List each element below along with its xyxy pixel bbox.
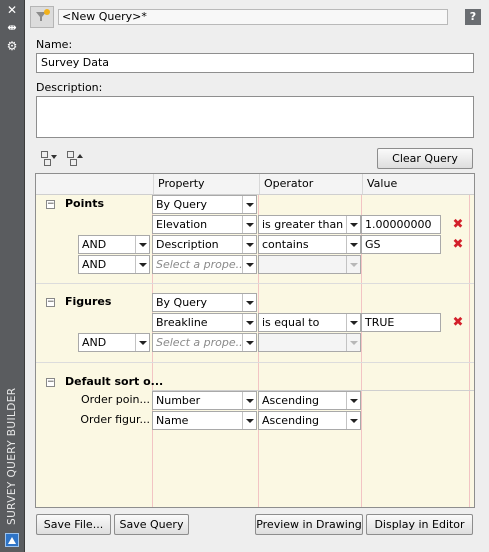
chevron-down-icon[interactable]: [242, 294, 256, 311]
query-builder-panel: <New Query>* ? Name: Survey Data Descrip…: [24, 0, 489, 552]
delete-condition-icon[interactable]: ✖: [452, 316, 464, 329]
palette-title: SURVEY QUERY BUILDER: [6, 387, 18, 525]
order-figures-label: Order figur...: [80, 413, 150, 426]
name-label: Name:: [36, 38, 73, 51]
chevron-down-icon[interactable]: [242, 256, 256, 273]
help-button[interactable]: ?: [465, 9, 481, 25]
chevron-down-icon: [346, 334, 360, 351]
query-grid: Property Operator Value − Points By Quer…: [35, 173, 475, 508]
chevron-down-icon[interactable]: [242, 412, 256, 429]
query-header: <New Query>* ?: [30, 6, 481, 28]
value-cell[interactable]: 1.00000000: [361, 215, 441, 234]
palette-rail: ✕ ⇹ ⚙ SURVEY QUERY BUILDER: [0, 0, 24, 552]
query-filter-icon[interactable]: [30, 6, 54, 28]
grid-header: Property Operator Value: [36, 174, 474, 195]
collapse-points-icon[interactable]: −: [46, 200, 55, 209]
chevron-down-icon[interactable]: [346, 412, 360, 429]
chevron-down-icon[interactable]: [242, 334, 256, 351]
query-title: <New Query>*: [58, 9, 448, 25]
chevron-down-icon[interactable]: [346, 314, 360, 331]
chevron-down-icon[interactable]: [346, 236, 360, 253]
value-cell[interactable]: TRUE: [361, 313, 441, 332]
group-default-sort: Default sort o...: [65, 375, 164, 388]
delete-condition-icon[interactable]: ✖: [452, 218, 464, 231]
collapse-figures-icon[interactable]: −: [46, 298, 55, 307]
properties-gear-icon[interactable]: ⚙: [0, 39, 24, 53]
order-points-label: Order poin...: [81, 393, 150, 406]
chevron-down-icon[interactable]: [346, 392, 360, 409]
chevron-down-icon[interactable]: [242, 314, 256, 331]
chevron-down-icon[interactable]: [346, 216, 360, 233]
save-query-button[interactable]: Save Query: [114, 514, 189, 535]
description-label: Description:: [36, 81, 103, 94]
clear-query-button[interactable]: Clear Query: [377, 148, 473, 169]
column-header-value: Value: [362, 174, 469, 194]
description-input[interactable]: [36, 96, 474, 138]
collapse-arrow-icon: [77, 154, 83, 158]
name-input[interactable]: Survey Data: [36, 53, 474, 73]
chevron-down-icon[interactable]: [242, 196, 256, 213]
chevron-down-icon[interactable]: [135, 236, 149, 253]
preview-in-drawing-button[interactable]: Preview in Drawing: [255, 514, 363, 535]
collapse-sort-icon[interactable]: −: [46, 378, 55, 387]
display-in-editor-button[interactable]: Display in Editor: [366, 514, 473, 535]
group-points: Points: [65, 197, 105, 210]
collapse-all-icon[interactable]: [66, 150, 82, 166]
chevron-down-icon[interactable]: [242, 392, 256, 409]
column-header-operator: Operator: [259, 174, 361, 194]
group-figures: Figures: [65, 295, 112, 308]
value-cell[interactable]: GS: [361, 235, 441, 254]
chevron-down-icon[interactable]: [242, 216, 256, 233]
save-file-button[interactable]: Save File...: [36, 514, 111, 535]
autodesk-logo-icon[interactable]: [5, 533, 19, 547]
chevron-down-icon[interactable]: [135, 334, 149, 351]
chevron-down-icon[interactable]: [242, 236, 256, 253]
chevron-down-icon[interactable]: [135, 256, 149, 273]
close-icon[interactable]: ✕: [0, 3, 24, 17]
auto-hide-icon[interactable]: ⇹: [0, 21, 24, 35]
chevron-down-icon: [346, 256, 360, 273]
delete-condition-icon[interactable]: ✖: [452, 238, 464, 251]
expand-arrow-icon: [51, 155, 57, 159]
column-header-property: Property: [153, 174, 258, 194]
